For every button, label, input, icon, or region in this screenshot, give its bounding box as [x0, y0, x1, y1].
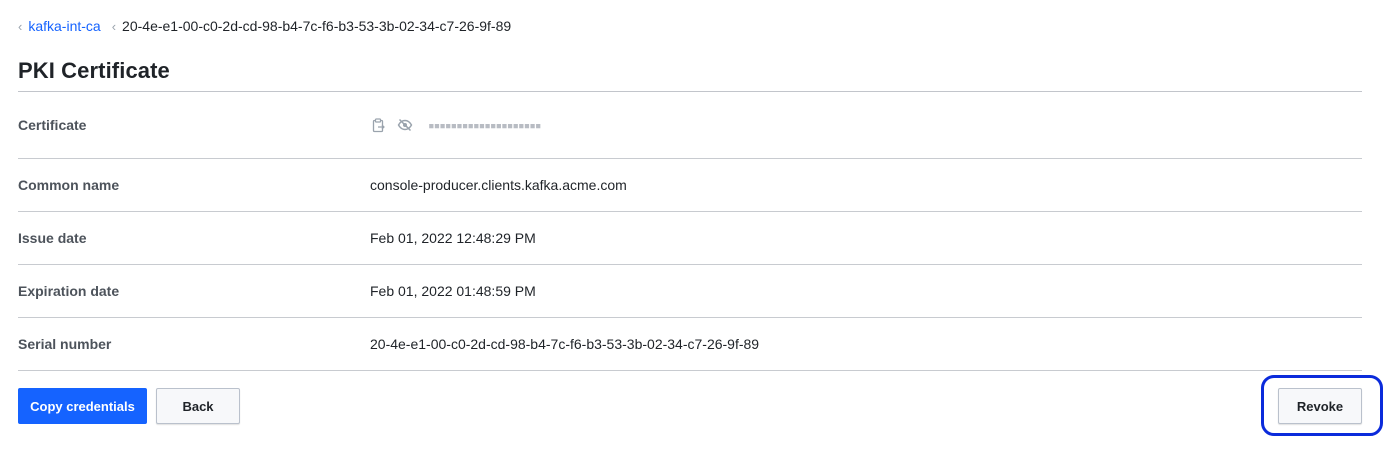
row-label: Certificate	[18, 117, 87, 133]
row-label: Serial number	[18, 336, 112, 352]
breadcrumb: ‹ kafka-int-ca ‹ 20-4e-e1-00-c0-2d-cd-98…	[18, 17, 511, 35]
chevron-left-icon: ‹	[18, 18, 23, 34]
row-label: Expiration date	[18, 283, 120, 299]
row-value: Feb 01, 2022 01:48:59 PM	[370, 283, 536, 299]
copy-credentials-button[interactable]: Copy credentials	[18, 388, 147, 424]
row-expiration-date: Expiration date Feb 01, 2022 01:48:59 PM	[18, 265, 1362, 318]
masked-certificate: ▪▪▪▪▪▪▪▪▪▪▪▪▪▪▪▪▪▪▪▪	[428, 118, 541, 132]
row-issue-date: Issue date Feb 01, 2022 12:48:29 PM	[18, 212, 1362, 265]
certificate-value: ▪▪▪▪▪▪▪▪▪▪▪▪▪▪▪▪▪▪▪▪	[370, 116, 541, 134]
row-value: 20-4e-e1-00-c0-2d-cd-98-b4-7c-f6-b3-53-3…	[370, 336, 760, 352]
revoke-button[interactable]: Revoke	[1278, 388, 1362, 424]
row-certificate: Certificate ▪▪▪▪▪▪▪▪▪▪▪▪▪▪▪▪▪▪▪▪	[18, 92, 1362, 159]
row-value: Feb 01, 2022 12:48:29 PM	[370, 230, 536, 246]
eye-slash-icon[interactable]	[396, 116, 414, 134]
clipboard-icon[interactable]	[370, 116, 388, 134]
row-serial-number: Serial number 20-4e-e1-00-c0-2d-cd-98-b4…	[18, 318, 1362, 371]
row-common-name: Common name console-producer.clients.kaf…	[18, 159, 1362, 212]
breadcrumb-current: 20-4e-e1-00-c0-2d-cd-98-b4-7c-f6-b3-53-3…	[122, 18, 512, 34]
breadcrumb-link-parent[interactable]: kafka-int-ca	[28, 18, 100, 34]
chevron-left-icon: ‹	[111, 18, 117, 34]
back-button[interactable]: Back	[156, 388, 240, 424]
row-label: Common name	[18, 177, 120, 193]
row-label: Issue date	[18, 230, 87, 246]
page-title: PKI Certificate	[18, 58, 170, 83]
row-value: console-producer.clients.kafka.acme.com	[370, 177, 627, 193]
